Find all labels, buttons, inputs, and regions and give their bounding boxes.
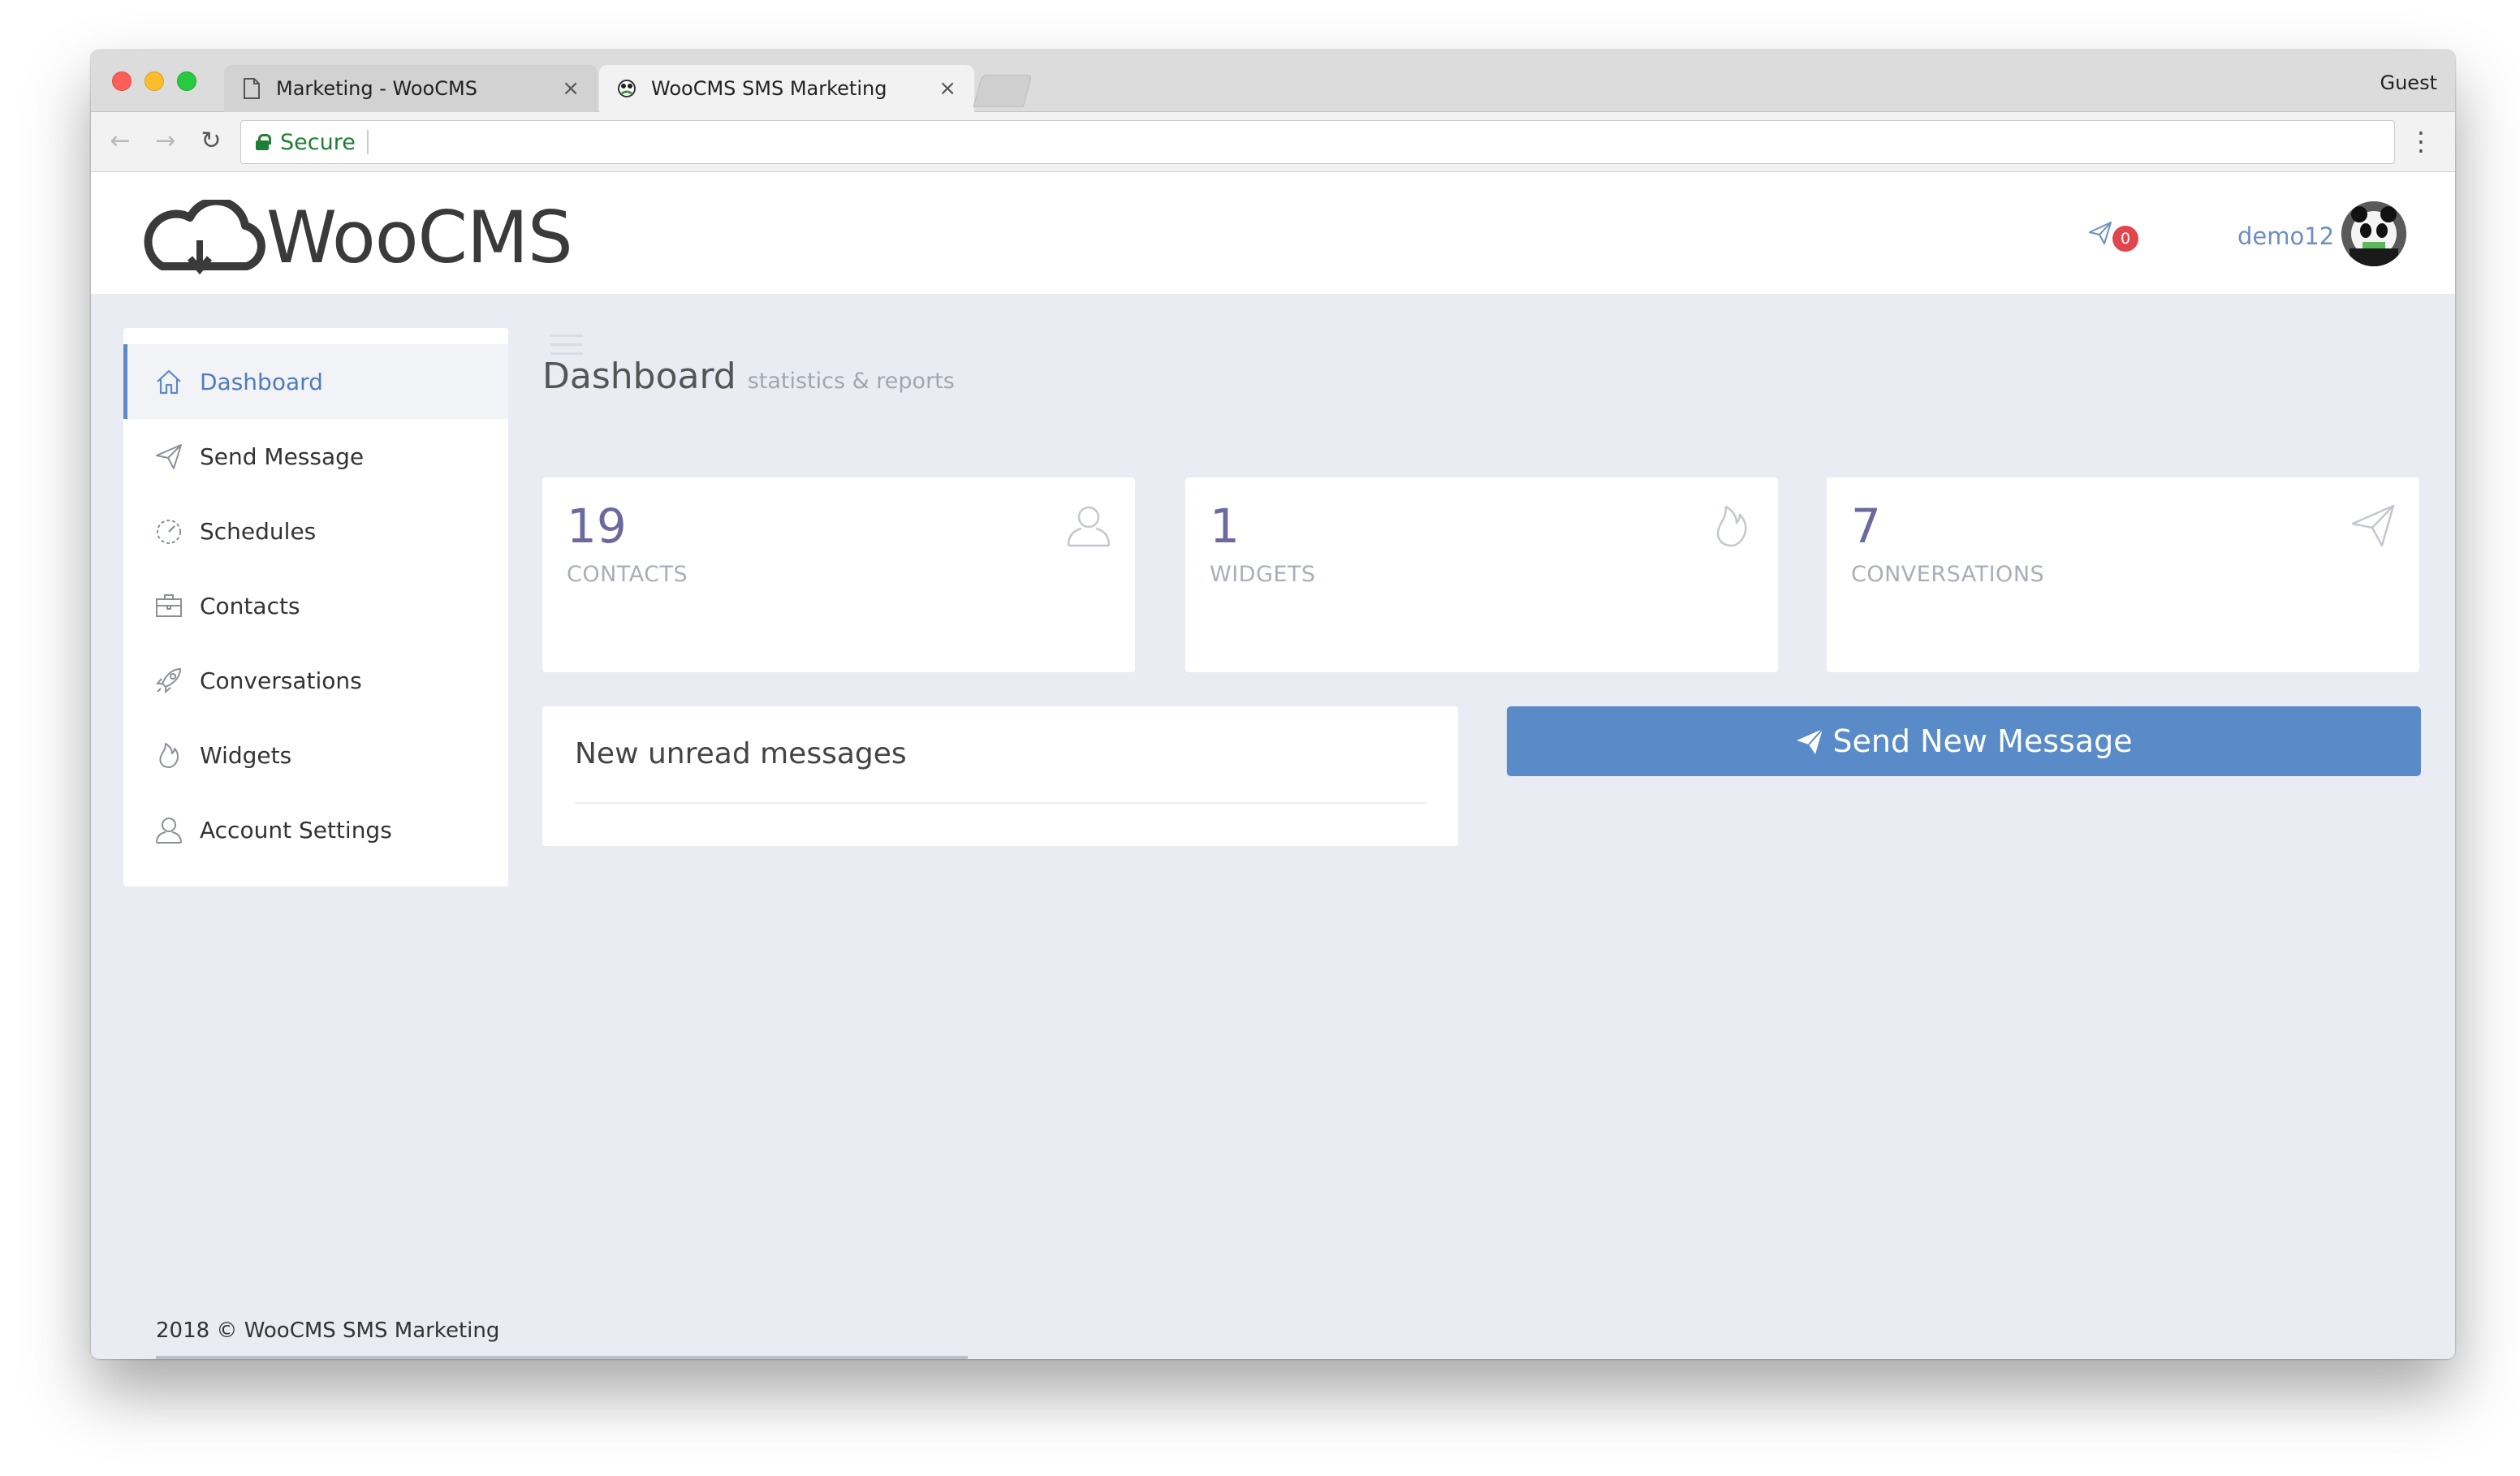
secure-label: Secure xyxy=(280,129,356,155)
user-icon xyxy=(156,818,182,844)
page-title: Dashboard statistics & reports xyxy=(542,356,955,397)
unread-messages-panel: New unread messages xyxy=(542,706,1458,846)
browser-menu-icon[interactable]: ⋮ xyxy=(2408,127,2434,156)
sidebar-item-label: Conversations xyxy=(200,667,362,694)
sidebar-nav: Dashboard Send Message Schedules Contact… xyxy=(123,328,508,887)
address-divider xyxy=(366,130,369,154)
page-heading: Dashboard xyxy=(542,356,736,397)
sidebar-item-label: Widgets xyxy=(200,741,292,769)
page-subtitle: statistics & reports xyxy=(747,369,955,394)
maximize-window-button[interactable] xyxy=(177,71,196,91)
notifications-button[interactable]: 0 xyxy=(2078,216,2143,252)
sidebar-item-contacts[interactable]: Contacts xyxy=(123,568,508,643)
browser-tab-bar: Marketing - WooCMS × WooCMS SMS Marketin… xyxy=(91,50,2455,112)
rocket-icon xyxy=(155,668,181,694)
app-header: WooCMS 0 demo12 xyxy=(91,172,2455,294)
sidebar-item-label: Send Message xyxy=(200,442,365,470)
profile-label[interactable]: Guest xyxy=(2380,71,2438,94)
sidebar-item-label: Schedules xyxy=(200,517,317,545)
new-tab-button[interactable] xyxy=(973,75,1033,107)
avatar[interactable] xyxy=(2341,201,2406,266)
minimize-window-button[interactable] xyxy=(145,71,164,91)
paper-plane-icon xyxy=(156,444,182,469)
stat-label: WIDGETS xyxy=(1210,562,1316,587)
sidebar-item-send-message[interactable]: Send Message xyxy=(123,419,508,494)
footer-clipped-text xyxy=(156,1348,1292,1359)
notification-count-badge: 0 xyxy=(2112,226,2138,252)
panda-avatar-icon xyxy=(2341,201,2406,266)
stat-value: 7 xyxy=(1851,498,1881,554)
favicon-icon xyxy=(618,80,636,97)
back-arrow-icon[interactable]: ← xyxy=(106,127,135,156)
stat-value: 1 xyxy=(1210,498,1240,554)
page-content: WooCMS 0 demo12 Dashboard Send Message S… xyxy=(91,172,2455,1359)
stat-label: CONTACTS xyxy=(567,562,688,587)
send-new-message-button[interactable]: Send New Message xyxy=(1507,706,2421,776)
stat-card-contacts[interactable]: 19 CONTACTS xyxy=(542,477,1135,672)
document-icon xyxy=(244,78,260,99)
panel-title: New unread messages xyxy=(575,737,907,770)
speedometer-icon xyxy=(157,520,181,544)
fire-icon xyxy=(1716,505,1747,547)
button-label: Send New Message xyxy=(1832,723,2133,759)
sidebar-item-label: Contacts xyxy=(200,592,300,619)
paper-plane-icon xyxy=(2089,222,2112,244)
cloud-logo-icon xyxy=(144,200,265,274)
sidebar-item-account-settings[interactable]: Account Settings xyxy=(123,792,508,867)
menu-toggle-icon[interactable] xyxy=(550,334,583,356)
logo[interactable]: WooCMS xyxy=(138,196,573,279)
browser-window: Marketing - WooCMS × WooCMS SMS Marketin… xyxy=(91,50,2455,1359)
browser-toolbar: ← → ↻ Secure ⋮ xyxy=(91,112,2455,172)
panel-divider xyxy=(575,802,1426,804)
tab-close-icon[interactable]: × xyxy=(562,76,580,101)
paper-plane-icon xyxy=(1797,728,1824,754)
sidebar-item-schedules[interactable]: Schedules xyxy=(123,494,508,568)
user-icon xyxy=(1067,506,1111,547)
stat-card-widgets[interactable]: 1 WIDGETS xyxy=(1185,477,1778,672)
sidebar-item-label: Dashboard xyxy=(200,368,323,395)
sidebar-item-conversations[interactable]: Conversations xyxy=(123,643,508,718)
address-bar[interactable]: Secure xyxy=(240,120,2395,164)
sidebar-item-label: Account Settings xyxy=(200,816,392,844)
footer-copyright: 2018 © WooCMS SMS Marketing xyxy=(156,1318,500,1343)
tab-close-icon[interactable]: × xyxy=(939,76,956,101)
forward-arrow-icon[interactable]: → xyxy=(151,127,180,156)
sidebar-item-widgets[interactable]: Widgets xyxy=(123,718,508,792)
briefcase-icon xyxy=(156,594,182,617)
reload-icon[interactable]: ↻ xyxy=(196,127,226,156)
logo-text: WooCMS xyxy=(266,195,573,279)
tab-title: WooCMS SMS Marketing xyxy=(651,77,887,100)
stat-card-conversations[interactable]: 7 CONVERSATIONS xyxy=(1827,477,2419,672)
tab-title: Marketing - WooCMS xyxy=(276,77,477,100)
close-window-button[interactable] xyxy=(112,71,132,91)
sidebar-item-dashboard[interactable]: Dashboard xyxy=(123,344,508,419)
browser-tab-sms-marketing[interactable]: WooCMS SMS Marketing × xyxy=(599,65,974,112)
fire-icon xyxy=(159,743,179,768)
username-link[interactable]: demo12 xyxy=(2237,222,2334,250)
paper-plane-icon xyxy=(2351,504,2395,547)
stat-value: 19 xyxy=(567,498,627,554)
home-icon xyxy=(157,369,181,395)
browser-tab-marketing[interactable]: Marketing - WooCMS × xyxy=(224,65,598,112)
lock-icon xyxy=(256,134,271,150)
stat-label: CONVERSATIONS xyxy=(1851,562,2045,587)
